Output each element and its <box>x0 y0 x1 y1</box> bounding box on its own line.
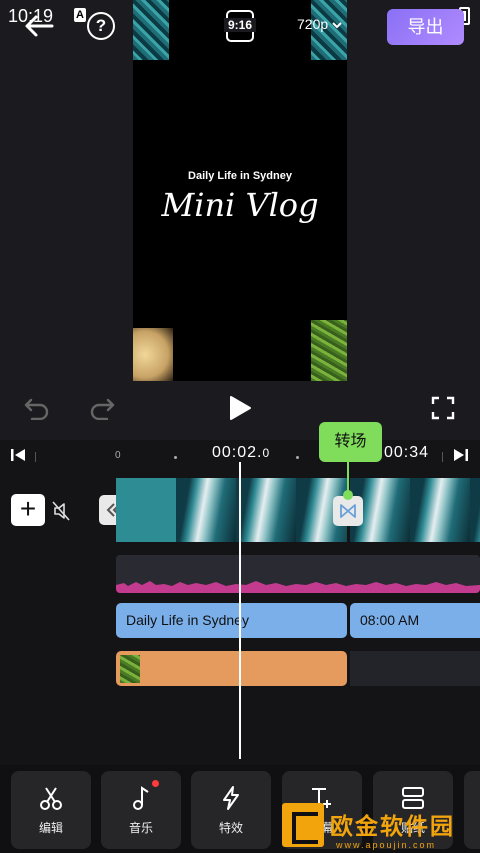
tooltip-dot <box>343 490 353 500</box>
play-icon[interactable] <box>228 395 252 421</box>
tool-effects-label: 特效 <box>218 821 243 835</box>
preview-subtitle: Daily Life in Sydney <box>188 170 292 182</box>
current-time: 00:02.0 <box>212 444 270 462</box>
undo-icon[interactable] <box>24 396 50 420</box>
ruler-dot <box>296 456 299 459</box>
aspect-ratio-label: 9:16 <box>224 18 256 32</box>
watermark-url: www.apoujin.com <box>336 840 437 850</box>
export-button[interactable]: 导出 <box>387 9 464 45</box>
resolution-selector[interactable]: 720p <box>297 16 342 32</box>
preview-frame-top-left <box>133 0 169 60</box>
chevron-down-icon <box>332 22 342 29</box>
text-track-clip[interactable]: 08:00 AM <box>350 603 480 638</box>
tool-music[interactable]: 音乐 <box>101 771 181 849</box>
preview-frame-bottom-right <box>311 320 347 381</box>
scissors-icon <box>40 787 62 810</box>
sticker-track-clip[interactable] <box>116 651 347 686</box>
ruler-divider <box>35 452 36 462</box>
playhead[interactable] <box>239 462 241 759</box>
watermark: 欧金软件园 www.apoujin.com <box>282 803 480 853</box>
video-clip[interactable] <box>350 478 480 542</box>
sticker-track-empty <box>350 651 480 686</box>
tool-music-label: 音乐 <box>128 821 153 835</box>
music-note-icon <box>133 786 149 810</box>
preview-frame-bottom-left <box>133 328 173 381</box>
mute-icon[interactable] <box>52 501 70 521</box>
back-arrow-icon[interactable] <box>22 10 56 42</box>
total-duration: 00:34 <box>384 444 430 461</box>
transition-tooltip: 转场 <box>319 422 382 462</box>
resolution-label: 720p <box>297 16 329 32</box>
audio-track[interactable] <box>116 555 480 593</box>
add-clip-button[interactable]: + <box>11 494 45 526</box>
redo-icon[interactable] <box>89 396 115 420</box>
video-clip[interactable] <box>116 478 347 542</box>
fullscreen-icon[interactable] <box>431 396 455 420</box>
skip-to-start-icon[interactable] <box>10 448 26 462</box>
skip-to-end-icon[interactable] <box>453 448 469 462</box>
status-a-icon: A <box>74 8 86 22</box>
ruler-dot <box>174 456 177 459</box>
aspect-ratio-button[interactable]: 9:16 <box>224 10 256 42</box>
ruler-divider <box>442 452 443 462</box>
tool-effects[interactable]: 特效 <box>191 771 271 849</box>
video-preview[interactable]: Daily Life in Sydney Mini Vlog <box>133 0 347 381</box>
clip-frame <box>176 478 236 542</box>
lightning-icon <box>223 786 239 810</box>
clip-frame <box>410 478 470 542</box>
notification-dot <box>152 780 159 787</box>
tool-edit-label: 编辑 <box>38 821 63 835</box>
transition-button[interactable] <box>333 496 363 526</box>
clip-frame <box>116 478 176 542</box>
preview-title: Mini Vlog <box>161 186 319 224</box>
audio-waveform <box>116 581 480 593</box>
transition-icon <box>340 504 356 518</box>
tooltip-stem <box>347 462 349 492</box>
current-time-main: 00:02. <box>212 444 263 461</box>
sticker-thumbnail <box>120 655 140 683</box>
help-icon[interactable]: ? <box>87 12 115 40</box>
clip-frame <box>236 478 296 542</box>
ruler-tick-zero: 0 <box>115 450 121 461</box>
tool-edit[interactable]: 编辑 <box>11 771 91 849</box>
clip-frame <box>470 478 480 542</box>
watermark-logo <box>282 803 324 847</box>
watermark-name: 欧金软件园 <box>330 813 455 839</box>
current-time-frac: 0 <box>262 446 271 460</box>
text-track-clip[interactable]: Daily Life in Sydney <box>116 603 347 638</box>
